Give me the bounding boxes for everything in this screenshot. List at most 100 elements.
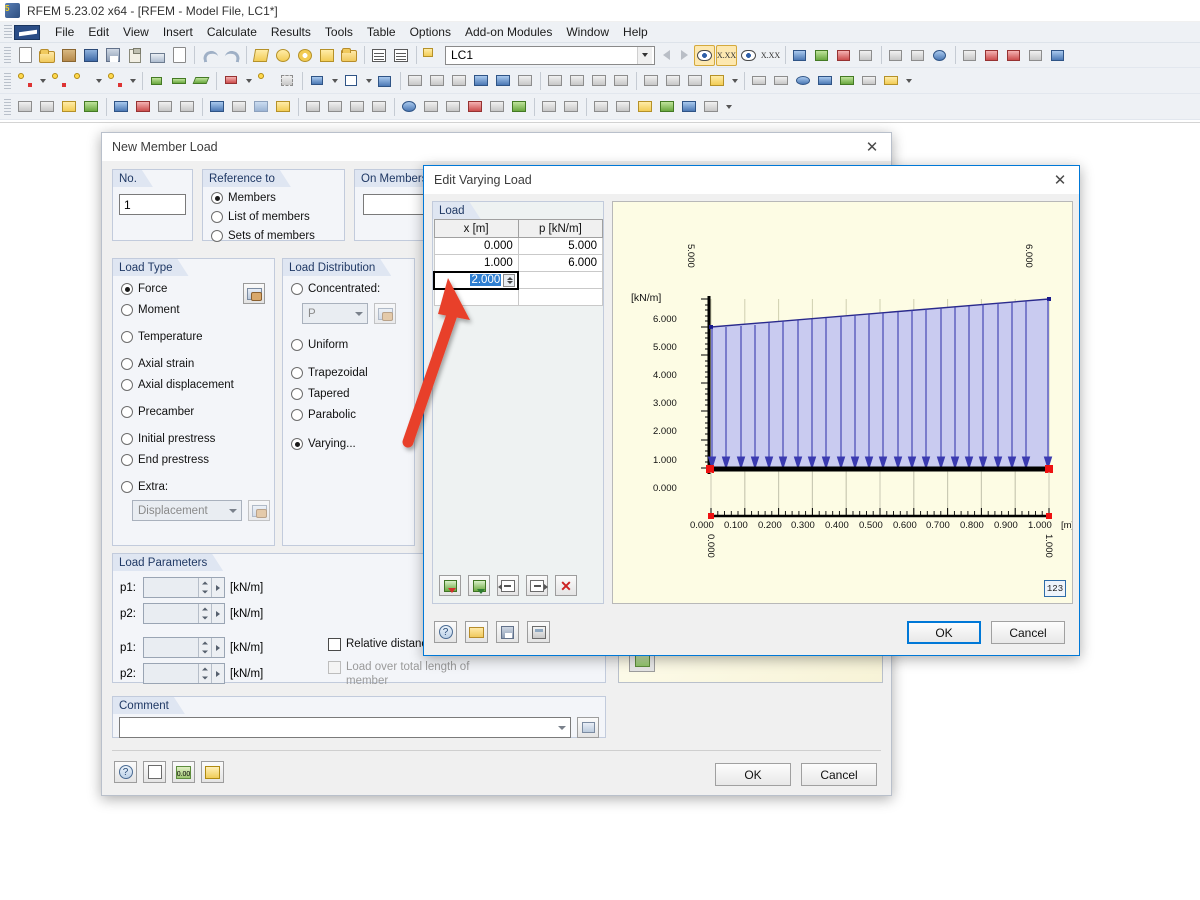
rotate-view-icon[interactable] bbox=[930, 45, 951, 66]
new-solid-icon[interactable] bbox=[307, 70, 328, 91]
close-icon[interactable]: ✕ bbox=[857, 135, 887, 159]
new-document-icon[interactable] bbox=[15, 45, 36, 66]
save-icon[interactable] bbox=[496, 621, 519, 643]
comment-icon[interactable] bbox=[635, 96, 656, 117]
new-support-icon[interactable] bbox=[147, 70, 168, 91]
toolbar-grip-handle[interactable] bbox=[4, 98, 11, 115]
close-icon[interactable]: ✕ bbox=[1045, 168, 1075, 192]
load-diagram-panel[interactable]: [kN/m] 6.000 5.000 4.000 3.000 2.000 1.0… bbox=[612, 201, 1073, 604]
calculate-dropdown-icon[interactable] bbox=[729, 70, 740, 91]
extra-pick-button[interactable] bbox=[248, 500, 270, 521]
grid-icon[interactable] bbox=[545, 70, 566, 91]
spinner-arrows[interactable] bbox=[198, 638, 211, 657]
view-front-icon[interactable] bbox=[405, 70, 426, 91]
radio-uniform[interactable]: Uniform bbox=[291, 338, 414, 352]
print-icon[interactable] bbox=[147, 45, 168, 66]
view-top-icon[interactable] bbox=[427, 70, 448, 91]
save-icon[interactable] bbox=[103, 45, 124, 66]
menu-grip-handle[interactable] bbox=[4, 25, 12, 39]
spinner-expand-icon[interactable] bbox=[211, 578, 224, 597]
link-icon[interactable] bbox=[679, 96, 700, 117]
open-icon[interactable] bbox=[465, 621, 488, 643]
menu-item-tools[interactable]: Tools bbox=[318, 23, 360, 41]
settings-icon[interactable] bbox=[201, 761, 224, 783]
new-line-icon[interactable] bbox=[49, 70, 70, 91]
menu-item-results[interactable]: Results bbox=[264, 23, 318, 41]
menu-item-insert[interactable]: Insert bbox=[156, 23, 200, 41]
radio-precamber[interactable]: Precamber bbox=[121, 405, 274, 419]
stiffness-icon[interactable] bbox=[859, 70, 880, 91]
copy-icon[interactable] bbox=[663, 70, 684, 91]
extra-type-select[interactable]: Displacement bbox=[132, 500, 242, 521]
table-row-editing[interactable]: 2.000 bbox=[432, 270, 604, 290]
pan-icon[interactable] bbox=[515, 70, 536, 91]
results-contour-icon[interactable] bbox=[369, 96, 390, 117]
snap-icon[interactable] bbox=[567, 70, 588, 91]
table2-icon[interactable] bbox=[391, 45, 412, 66]
member-result-icon[interactable] bbox=[834, 45, 855, 66]
delete-icon[interactable] bbox=[1004, 45, 1025, 66]
menu-item-table[interactable]: Table bbox=[360, 23, 403, 41]
p2-input-1[interactable] bbox=[143, 603, 225, 624]
printout-report-icon[interactable] bbox=[539, 96, 560, 117]
open-model-icon[interactable] bbox=[81, 45, 102, 66]
dimension-icon[interactable] bbox=[613, 96, 634, 117]
mirror-copy-icon[interactable] bbox=[641, 70, 662, 91]
surface-result-icon[interactable] bbox=[812, 45, 833, 66]
p1-input-1[interactable] bbox=[143, 577, 225, 598]
comment-input[interactable] bbox=[119, 717, 571, 738]
render-wire-icon[interactable] bbox=[229, 96, 250, 117]
radio-members[interactable]: Members bbox=[211, 191, 344, 205]
cell-x[interactable]: 0.000 bbox=[433, 237, 519, 255]
table-row[interactable]: 1.000 6.000 bbox=[433, 254, 604, 272]
rotate-3d-icon[interactable] bbox=[399, 96, 420, 117]
menu-item-file[interactable]: File bbox=[48, 23, 81, 41]
spinner-arrows[interactable] bbox=[198, 604, 211, 623]
hinge-icon[interactable] bbox=[837, 70, 858, 91]
chevron-down-icon[interactable] bbox=[225, 509, 241, 513]
export-excel-icon[interactable] bbox=[468, 575, 490, 596]
toolbar-grip-handle[interactable] bbox=[4, 72, 11, 89]
radio-axial-strain[interactable]: Axial strain bbox=[121, 357, 274, 371]
nodal-support-icon[interactable] bbox=[815, 70, 836, 91]
cell-x[interactable] bbox=[433, 288, 519, 306]
info-icon[interactable] bbox=[1048, 45, 1069, 66]
menu-item-options[interactable]: Options bbox=[403, 23, 458, 41]
display-lines-icon[interactable] bbox=[37, 96, 58, 117]
select-icon[interactable] bbox=[273, 45, 294, 66]
radio-tapered[interactable]: Tapered bbox=[291, 387, 414, 401]
open-package-icon[interactable] bbox=[59, 45, 80, 66]
new-member-icon[interactable] bbox=[169, 70, 190, 91]
display-numbering-icon[interactable] bbox=[177, 96, 198, 117]
calculator-icon[interactable] bbox=[527, 621, 550, 643]
view-side-icon[interactable] bbox=[449, 70, 470, 91]
decimal-places-button[interactable]: 123 bbox=[1044, 580, 1066, 597]
radio-list-of-members[interactable]: List of members bbox=[211, 210, 344, 224]
cancel-button[interactable]: Cancel bbox=[991, 621, 1065, 644]
comment-browse-button[interactable] bbox=[577, 717, 599, 738]
menu-item-window[interactable]: Window bbox=[559, 23, 616, 41]
menu-item-edit[interactable]: Edit bbox=[81, 23, 116, 41]
chevron-down-icon[interactable] bbox=[637, 46, 652, 64]
close-model-icon[interactable] bbox=[982, 45, 1003, 66]
radio-axial-displacement[interactable]: Axial displacement bbox=[121, 378, 274, 392]
more-icon[interactable] bbox=[881, 70, 902, 91]
new-surface-icon[interactable] bbox=[191, 70, 212, 91]
zoom-all-icon[interactable] bbox=[493, 70, 514, 91]
display-supports-icon[interactable] bbox=[155, 96, 176, 117]
cut-icon[interactable] bbox=[487, 96, 508, 117]
new-area-icon[interactable] bbox=[277, 70, 298, 91]
load-type-pick-button[interactable] bbox=[243, 283, 265, 304]
new-opening-icon[interactable] bbox=[341, 70, 362, 91]
help-icon[interactable]: ? bbox=[114, 761, 137, 783]
concentrated-pick-button[interactable] bbox=[374, 303, 396, 324]
redo-icon[interactable] bbox=[221, 45, 242, 66]
rotate-icon[interactable] bbox=[295, 45, 316, 66]
display-loads-icon[interactable] bbox=[133, 96, 154, 117]
window-icon[interactable] bbox=[339, 45, 360, 66]
surface-icon[interactable] bbox=[771, 70, 792, 91]
module-dropdown-icon[interactable] bbox=[723, 96, 734, 117]
osnap-icon[interactable] bbox=[589, 70, 610, 91]
display-solids-icon[interactable] bbox=[111, 96, 132, 117]
section-icon[interactable] bbox=[749, 70, 770, 91]
